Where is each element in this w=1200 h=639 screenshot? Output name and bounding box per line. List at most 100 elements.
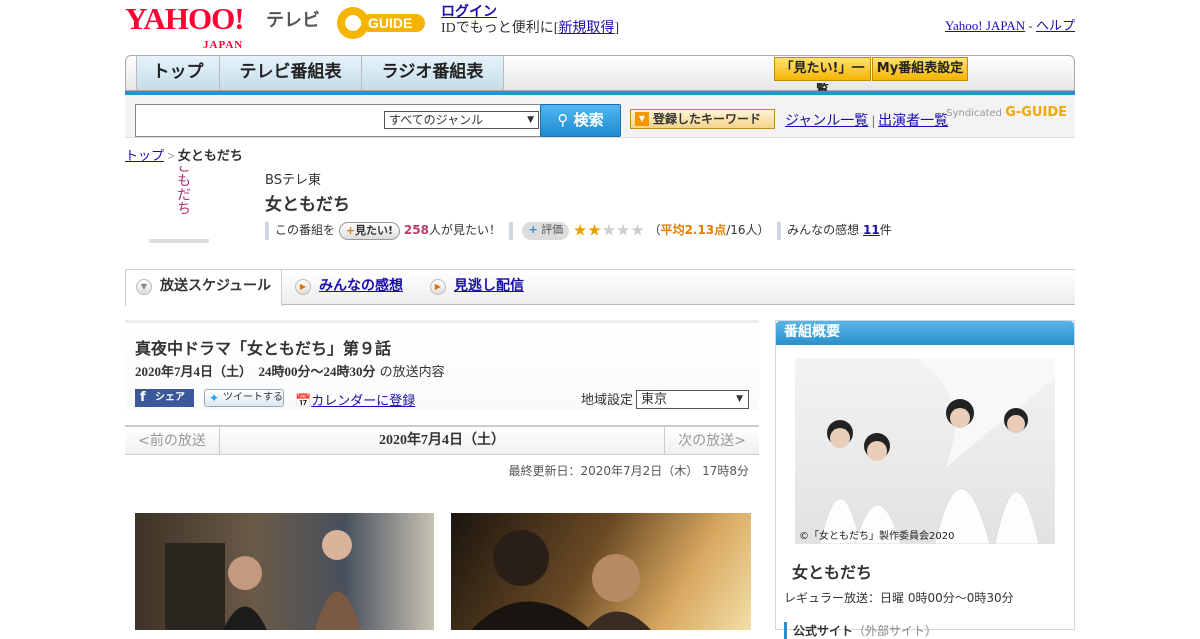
chevron-down-icon: ▼: [736, 394, 743, 404]
calendar-link[interactable]: カレンダーに登録: [311, 393, 415, 408]
tv-label: テレビ: [266, 10, 320, 31]
plus-icon: +: [345, 223, 356, 237]
tab-missed-stream[interactable]: ▶ 見逃し配信: [420, 270, 555, 305]
breadcrumb: トップ > 女ともだち: [125, 145, 243, 164]
login-link[interactable]: ログイン: [441, 5, 497, 20]
prev-broadcast-button[interactable]: <前の放送: [125, 427, 220, 455]
tab-label[interactable]: みんなの感想: [319, 278, 403, 294]
official-site-note: （外部サイト）: [853, 624, 938, 638]
official-site-label: 公式サイト: [793, 624, 854, 638]
rating-button[interactable]: + 評価: [522, 221, 570, 240]
episode-photo-2: [451, 513, 751, 630]
syndicated-label: Syndicated: [946, 108, 1002, 119]
plus-icon: +: [528, 222, 538, 236]
impressions-count-link[interactable]: 11: [863, 223, 880, 237]
site-header: YAHOO! JAPAN テレビ GUIDE ログイン IDでもっと便利に[新規…: [125, 0, 1075, 51]
rating-button-label: 評価: [541, 222, 564, 236]
breadcrumb-current: 女ともだち: [177, 148, 243, 163]
link-divider: |: [871, 114, 875, 129]
svg-text:女ともだち: 女ともだち: [175, 166, 191, 215]
episode-date-suffix: の放送内容: [379, 365, 445, 380]
tab-impressions[interactable]: ▶ みんなの感想: [285, 270, 420, 305]
panel-heading: 番組概要: [776, 321, 1074, 345]
svg-text:GUIDE: GUIDE: [368, 15, 412, 31]
yahoo-japan-link[interactable]: Yahoo! JAPAN: [945, 18, 1025, 33]
chevron-down-icon: ▼: [527, 115, 534, 125]
login-prompt: IDでもっと便利に[: [441, 21, 559, 36]
program-overview-panel: 番組概要 ©「女ともだち」製作委員会2020 女ともだち レギュラー放送：日曜 …: [775, 320, 1075, 639]
photo-credit: ©「女ともだち」製作委員会2020: [799, 531, 955, 542]
top-right-links: Yahoo! JAPAN - ヘルプ: [945, 15, 1075, 34]
avg-suffix: /16人）: [726, 223, 770, 237]
register-link[interactable]: 新規取得: [558, 21, 614, 36]
dash: -: [1025, 18, 1036, 33]
mitai-count: 258: [403, 223, 429, 237]
tab-label[interactable]: 見逃し配信: [454, 278, 524, 294]
last-updated: 最終更新日：2020年7月2日（木） 17時8分: [508, 464, 749, 478]
episode-datetime: 2020年7月4日（土） 24時00分～24時30分 の放送内容: [135, 361, 445, 380]
program-thumbnail: 女ともだち: [143, 166, 215, 248]
login-box: ログイン IDでもっと便利に[新規取得]: [441, 5, 619, 37]
official-site-heading: 公式サイト（外部サイト）: [784, 622, 937, 639]
genre-selected: すべてのジャンル: [389, 113, 484, 127]
facebook-icon: f: [140, 390, 146, 405]
date-navigation: <前の放送 2020年7月4日（土） 次の放送>: [125, 425, 759, 455]
cast-photo: ©「女ともだち」製作委員会2020: [795, 358, 1055, 544]
search-bar: すべてのジャンル ▼ ⚲ 検索 ▼ 登録したキーワード ジャンル一覧 | 出演者…: [125, 95, 1075, 138]
gguide-logo[interactable]: GUIDE: [335, 5, 430, 41]
play-icon: ▶: [295, 279, 311, 295]
stat-divider: [265, 221, 269, 240]
my-settings-button[interactable]: My番組表設定: [872, 57, 968, 81]
tab-radio-schedule[interactable]: ラジオ番組表: [362, 56, 504, 90]
panel-program-title: 女ともだち: [792, 563, 873, 582]
stat-divider: [508, 221, 513, 240]
tweet-button[interactable]: ✦ ツイートする: [204, 389, 284, 407]
program-stats: この番組を +見たい! 258人が見たい！ + 評価 ★★★★★ （平均2.13…: [265, 220, 892, 242]
facebook-share-label: シェア: [155, 392, 185, 403]
tab-label: 放送スケジュール: [160, 278, 272, 294]
avg-prefix: （: [648, 223, 661, 237]
star-icon: ★: [616, 220, 631, 240]
tab-broadcast-schedule[interactable]: ▼ 放送スケジュール: [125, 270, 282, 306]
search-button[interactable]: ⚲ 検索: [540, 104, 621, 137]
genre-list-link[interactable]: ジャンル一覧: [785, 114, 868, 129]
main-nav: トップ テレビ番組表 ラジオ番組表 「見たい!」一覧 My番組表設定: [125, 55, 1075, 98]
breadcrumb-separator: >: [167, 148, 175, 163]
mitai-suffix: 人が見たい！: [428, 223, 501, 237]
regular-broadcast: レギュラー放送：日曜 0時00分～0時30分: [784, 591, 1014, 605]
program-title: 女ともだち: [265, 195, 350, 215]
tweet-label: ツイートする: [223, 392, 283, 403]
episode-photo-1: [135, 513, 434, 630]
syndicated-badge: Syndicated G-GUIDE: [946, 105, 1067, 120]
star-icon: ★: [601, 220, 617, 240]
sub-tabs: ▼ 放送スケジュール ▶ みんなの感想 ▶ 見逃し配信: [125, 269, 1075, 306]
mitai-button[interactable]: +見たい!: [338, 221, 401, 240]
next-broadcast-button[interactable]: 次の放送>: [664, 427, 759, 455]
channel-name: BSテレ東: [265, 173, 321, 188]
region-select[interactable]: 東京 ▼: [636, 390, 749, 409]
play-icon: ▶: [430, 279, 446, 295]
avg-score: 平均2.13点: [660, 223, 727, 237]
photo-1-scene: [165, 530, 361, 630]
cast-photo-scene: [819, 358, 1055, 544]
genre-select[interactable]: すべてのジャンル ▼: [384, 111, 539, 129]
photo-2-scene: [471, 530, 651, 630]
stat-divider: [777, 221, 782, 240]
current-broadcast-date: 2020年7月4日（土）: [379, 433, 505, 448]
cast-list-link[interactable]: 出演者一覧: [878, 114, 948, 129]
episode-date: 2020年7月4日（土） 24時00分～24時30分: [135, 364, 376, 379]
yahoo-logo[interactable]: YAHOO! JAPAN: [125, 3, 245, 51]
tab-top[interactable]: トップ: [136, 56, 220, 90]
triangle-down-icon: ▼: [136, 279, 152, 295]
episode-title: 真夜中ドラマ「女ともだち」第９話: [135, 339, 392, 358]
facebook-share-button[interactable]: f シェア: [135, 389, 194, 407]
search-icon: ⚲: [557, 111, 569, 129]
mitai-list-button[interactable]: 「見たい!」一覧: [774, 57, 871, 98]
keyword-button[interactable]: ▼ 登録したキーワード: [630, 109, 775, 129]
breadcrumb-top-link[interactable]: トップ: [125, 148, 164, 163]
tab-tv-schedule[interactable]: テレビ番組表: [220, 56, 362, 90]
impressions-prefix: みんなの感想: [787, 223, 860, 237]
help-link[interactable]: ヘルプ: [1036, 18, 1075, 33]
mitai-prefix: この番組を: [275, 223, 336, 237]
calendar-register[interactable]: 📅カレンダーに登録: [295, 390, 415, 409]
